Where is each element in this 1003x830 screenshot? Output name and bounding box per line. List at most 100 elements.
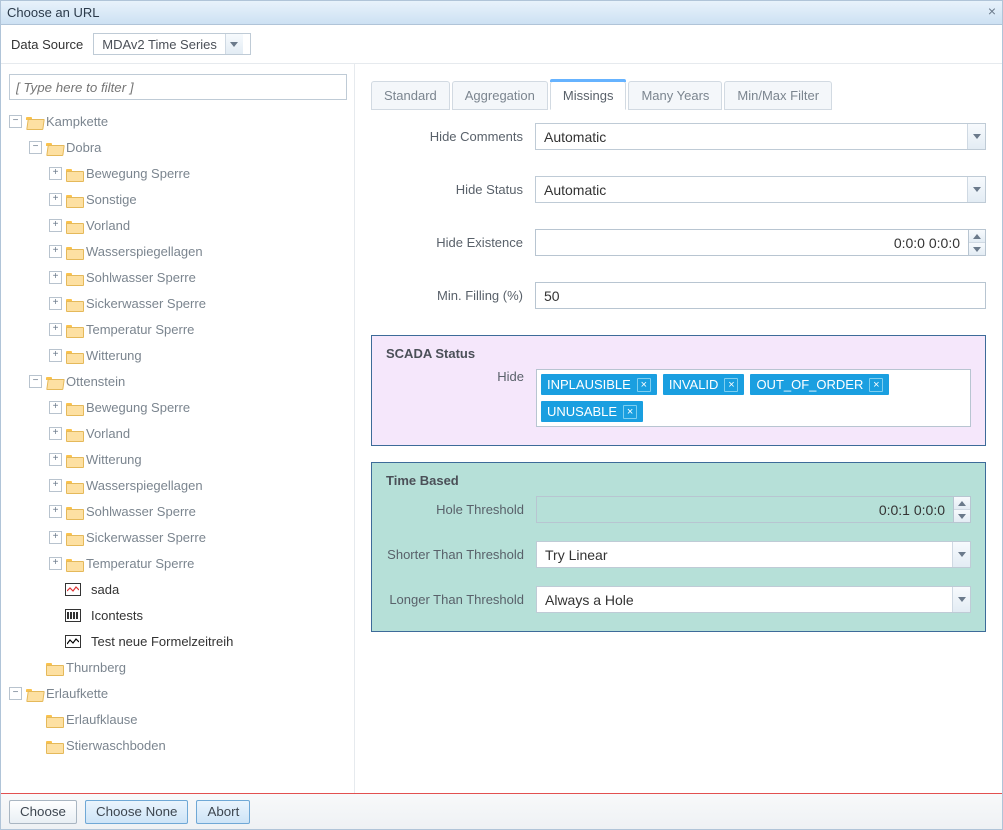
abort-button[interactable]: Abort xyxy=(196,800,250,824)
expand-icon[interactable]: + xyxy=(49,427,62,440)
chevron-down-icon[interactable] xyxy=(225,34,243,54)
hole-threshold-spinner[interactable]: 0:0:1 0:0:0 xyxy=(536,496,971,523)
chevron-down-icon[interactable] xyxy=(967,124,985,149)
tree-node[interactable]: Sohlwasser Sperre xyxy=(86,504,196,519)
choose-none-button[interactable]: Choose None xyxy=(85,800,189,824)
titlebar: Choose an URL × xyxy=(1,1,1002,25)
tree-node[interactable]: Bewegung Sperre xyxy=(86,166,190,181)
folder-icon xyxy=(46,713,62,726)
tree-leaf[interactable]: Icontests xyxy=(91,608,143,623)
spinner-up-icon[interactable] xyxy=(954,497,970,510)
expand-icon[interactable]: + xyxy=(49,479,62,492)
expand-icon[interactable]: + xyxy=(49,349,62,362)
tree-node[interactable]: Stierwaschboden xyxy=(66,738,166,753)
hide-existence-label: Hide Existence xyxy=(371,235,535,250)
remove-tag-icon[interactable]: × xyxy=(724,378,738,392)
tree-node[interactable]: Wasserspiegellagen xyxy=(86,478,203,493)
folder-open-icon xyxy=(46,375,62,388)
tree-node[interactable]: Sohlwasser Sperre xyxy=(86,270,196,285)
tab-aggregation[interactable]: Aggregation xyxy=(452,81,548,110)
chevron-down-icon[interactable] xyxy=(952,542,970,567)
folder-open-icon xyxy=(26,115,42,128)
datasource-select[interactable]: MDAv2 Time Series xyxy=(93,33,251,55)
collapse-icon[interactable]: − xyxy=(29,141,42,154)
hide-status-select[interactable]: Automatic xyxy=(535,176,986,203)
expand-icon[interactable]: + xyxy=(49,193,62,206)
close-icon[interactable]: × xyxy=(988,3,996,19)
hide-existence-spinner[interactable]: 0:0:0 0:0:0 xyxy=(535,229,986,256)
expand-icon[interactable]: + xyxy=(49,505,62,518)
spinner-down-icon[interactable] xyxy=(954,510,970,522)
scada-tag: INPLAUSIBLE× xyxy=(541,374,657,395)
tree-pane: − Kampkette − Dobra +Bewe xyxy=(1,64,355,793)
spinner-up-icon[interactable] xyxy=(969,230,985,243)
collapse-icon[interactable]: − xyxy=(29,375,42,388)
folder-icon xyxy=(66,505,82,518)
longer-threshold-label: Longer Than Threshold xyxy=(386,592,536,607)
tree-node[interactable]: Temperatur Sperre xyxy=(86,556,194,571)
shorter-threshold-select[interactable]: Try Linear xyxy=(536,541,971,568)
expand-icon[interactable]: + xyxy=(49,401,62,414)
chart-item-icon xyxy=(65,609,81,622)
tree-node-dobra[interactable]: Dobra xyxy=(66,140,101,155)
expand-icon[interactable]: + xyxy=(49,167,62,180)
folder-icon xyxy=(66,167,82,180)
tree-node[interactable]: Sickerwasser Sperre xyxy=(86,530,206,545)
tab-standard[interactable]: Standard xyxy=(371,81,450,110)
expand-icon[interactable]: + xyxy=(49,271,62,284)
collapse-icon[interactable]: − xyxy=(9,687,22,700)
expand-icon[interactable]: + xyxy=(49,557,62,570)
expand-icon[interactable]: + xyxy=(49,531,62,544)
tree-node[interactable]: Sickerwasser Sperre xyxy=(86,296,206,311)
scada-title: SCADA Status xyxy=(386,346,971,361)
tab-missings[interactable]: Missings xyxy=(550,81,627,110)
folder-icon xyxy=(66,401,82,414)
chevron-down-icon[interactable] xyxy=(967,177,985,202)
folder-icon xyxy=(66,349,82,362)
tree-node[interactable]: Bewegung Sperre xyxy=(86,400,190,415)
remove-tag-icon[interactable]: × xyxy=(623,405,637,419)
tree-filter-input[interactable] xyxy=(9,74,347,100)
scada-tag: UNUSABLE× xyxy=(541,401,643,422)
tree-node-kampkette[interactable]: Kampkette xyxy=(46,114,108,129)
expand-icon[interactable]: + xyxy=(49,245,62,258)
scada-hide-tagbox[interactable]: INPLAUSIBLE×INVALID×OUT_OF_ORDER×UNUSABL… xyxy=(536,369,971,427)
tree-node-ottenstein[interactable]: Ottenstein xyxy=(66,374,125,389)
tree-node[interactable]: Vorland xyxy=(86,426,130,441)
min-filling-input[interactable] xyxy=(535,282,986,309)
tab-minmax-filter[interactable]: Min/Max Filter xyxy=(724,81,832,110)
tree-node[interactable]: Witterung xyxy=(86,452,142,467)
scada-hide-label: Hide xyxy=(386,369,536,384)
remove-tag-icon[interactable]: × xyxy=(869,378,883,392)
expand-icon[interactable]: + xyxy=(49,453,62,466)
timebased-panel: Time Based Hole Threshold 0:0:1 0:0:0 xyxy=(371,462,986,632)
expand-icon[interactable]: + xyxy=(49,219,62,232)
scada-tag: INVALID× xyxy=(663,374,745,395)
hide-comments-select[interactable]: Automatic xyxy=(535,123,986,150)
datasource-row: Data Source MDAv2 Time Series xyxy=(1,25,1002,63)
tree-node-thurnberg[interactable]: Thurnberg xyxy=(66,660,126,675)
spinner-down-icon[interactable] xyxy=(969,243,985,255)
datasource-value: MDAv2 Time Series xyxy=(94,37,225,52)
folder-icon xyxy=(66,479,82,492)
tree-node[interactable]: Erlaufklause xyxy=(66,712,138,727)
tree-leaf[interactable]: sada xyxy=(91,582,119,597)
chevron-down-icon[interactable] xyxy=(952,587,970,612)
scada-panel: SCADA Status Hide INPLAUSIBLE×INVALID×OU… xyxy=(371,335,986,446)
folder-open-icon xyxy=(26,687,42,700)
tree-node[interactable]: Wasserspiegellagen xyxy=(86,244,203,259)
expand-icon[interactable]: + xyxy=(49,323,62,336)
tree-leaf[interactable]: Test neue Formelzeitreih xyxy=(91,634,233,649)
remove-tag-icon[interactable]: × xyxy=(637,378,651,392)
choose-button[interactable]: Choose xyxy=(9,800,77,824)
datasource-label: Data Source xyxy=(11,37,83,52)
tree-node[interactable]: Witterung xyxy=(86,348,142,363)
longer-threshold-select[interactable]: Always a Hole xyxy=(536,586,971,613)
expand-icon[interactable]: + xyxy=(49,297,62,310)
tree-node-erlaufkette[interactable]: Erlaufkette xyxy=(46,686,108,701)
tab-many-years[interactable]: Many Years xyxy=(628,81,722,110)
tree-node[interactable]: Vorland xyxy=(86,218,130,233)
tree-node[interactable]: Temperatur Sperre xyxy=(86,322,194,337)
collapse-icon[interactable]: − xyxy=(9,115,22,128)
tree-node[interactable]: Sonstige xyxy=(86,192,137,207)
